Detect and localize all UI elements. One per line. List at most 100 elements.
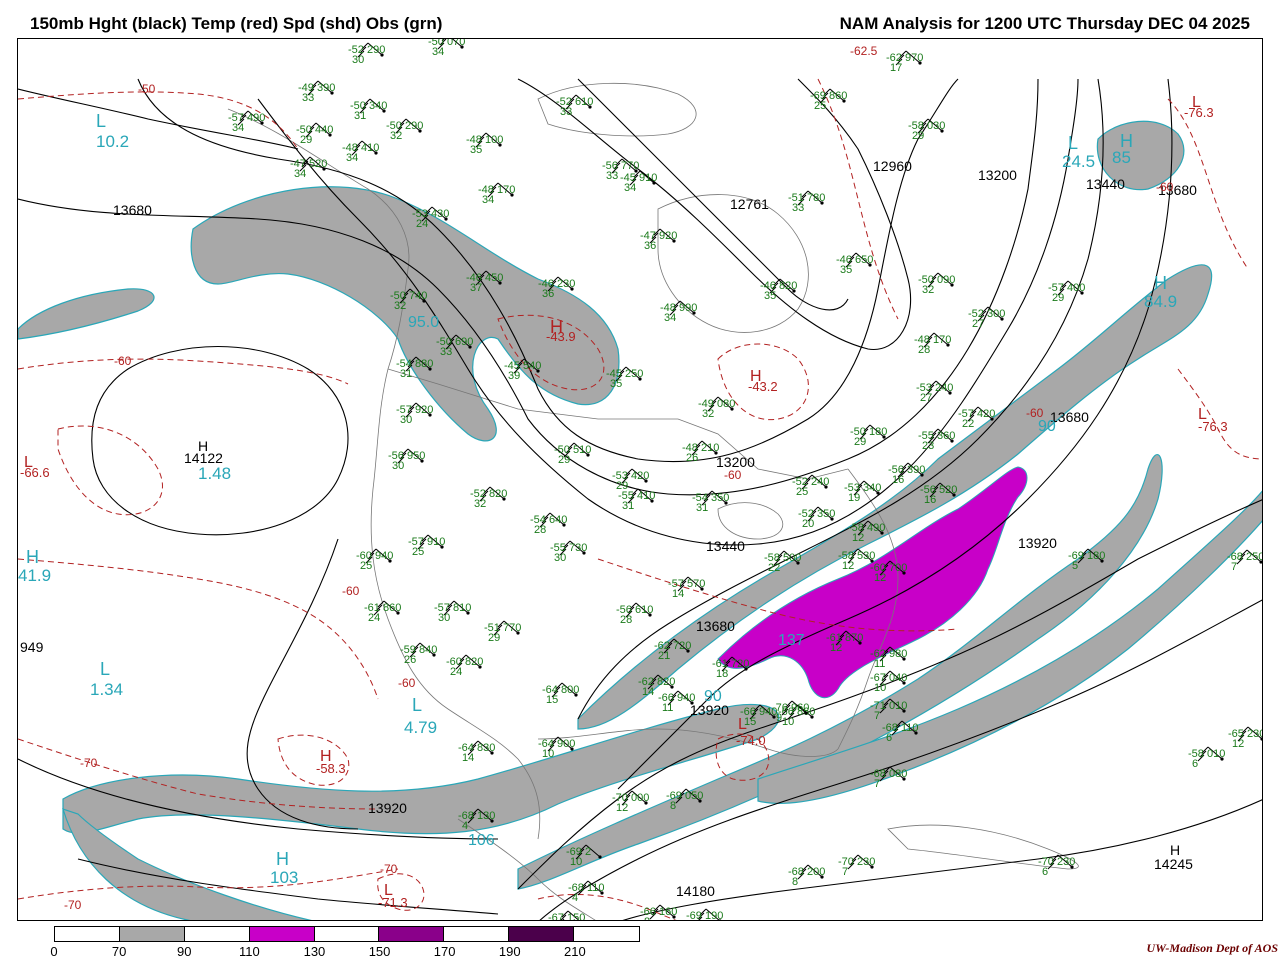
colorbar-segment xyxy=(379,927,445,941)
station-plot: -68 1104 xyxy=(568,880,605,904)
speed-high-letter: H xyxy=(276,849,289,869)
station-dewpoint: 33 xyxy=(302,92,314,104)
station-dewpoint: 26 xyxy=(404,654,416,666)
station-dewpoint: 31 xyxy=(696,502,708,514)
speed-high-value: 41.9 xyxy=(18,566,51,585)
temp-label: -60 xyxy=(1026,406,1044,420)
station-dewpoint: 11 xyxy=(662,702,673,714)
temp-low-value: -76.3 xyxy=(1198,419,1228,434)
temperature-contour xyxy=(817,78,899,320)
speed-high-value: 103 xyxy=(270,868,298,887)
temperature-contour xyxy=(1177,368,1262,460)
station-dewpoint: 33 xyxy=(560,106,572,118)
station-dewpoint: 37 xyxy=(470,282,482,294)
colorbar-segment xyxy=(574,927,640,941)
station-plot: -50 18029 xyxy=(850,424,887,448)
station-dewpoint: 22 xyxy=(768,562,780,574)
station-dewpoint: 34 xyxy=(432,46,444,58)
station-dewpoint: 15 xyxy=(546,694,558,706)
station-plot: -56 61028 xyxy=(616,602,653,626)
station-dewpoint: 27 xyxy=(972,318,984,330)
station-plot: -66 1608 xyxy=(640,904,677,920)
station-plot: -68 2507 xyxy=(1227,549,1262,573)
station-plot: -50 29032 xyxy=(386,118,423,142)
colorbar-tick: 0 xyxy=(50,944,58,959)
station-dewpoint: 34 xyxy=(294,168,306,180)
station-dewpoint: 30 xyxy=(352,54,364,66)
temp-label: -60 xyxy=(724,468,742,482)
station-dewpoint: 32 xyxy=(702,408,714,420)
station-plot: -56 95030 xyxy=(388,448,425,472)
station-plot: -52 24025 xyxy=(792,474,829,498)
station-dewpoint: 36 xyxy=(644,240,656,252)
temperature-contour xyxy=(18,358,349,385)
colorbar-segment xyxy=(55,927,120,941)
colorbar-tick: 170 xyxy=(433,944,456,959)
height-label: 12960 xyxy=(873,158,912,174)
station-plot: -48 10035 xyxy=(466,132,503,156)
station-plot: -50 09032 xyxy=(918,272,955,296)
speed-low-value: 4.79 xyxy=(404,718,437,737)
temperature-contour xyxy=(18,558,379,700)
speed-colorbar xyxy=(54,926,640,942)
station-dewpoint: 31 xyxy=(400,368,412,380)
station-dewpoint: 4 xyxy=(572,892,578,904)
speed-label: 90 xyxy=(1038,418,1056,435)
speed-low-value: 10.2 xyxy=(96,132,129,151)
station-plot: -55 41031 xyxy=(618,488,655,512)
temp-high-value: -58.3 xyxy=(316,761,346,776)
station-dewpoint: 8 xyxy=(792,876,798,888)
temp-label: -60 xyxy=(342,584,360,598)
station-dewpoint: 24 xyxy=(450,666,462,678)
station-dewpoint: 27 xyxy=(920,392,932,404)
speed-low-letter: L xyxy=(100,659,110,679)
station-plot: -57 81030 xyxy=(434,600,471,624)
station-dewpoint: 34 xyxy=(664,312,676,324)
station-plot: -50 51029 xyxy=(554,442,591,466)
height-label: 13920 xyxy=(1018,535,1057,551)
speed-high-letter: H xyxy=(26,547,39,567)
station-dewpoint: 29 xyxy=(912,130,924,142)
speed-high-value: 84.9 xyxy=(1144,292,1177,311)
colorbar-tick: 130 xyxy=(303,944,326,959)
weather-map: 13680 12960 13200 13440 13680 13440 1320… xyxy=(18,39,1262,920)
station-dewpoint: 29 xyxy=(1052,292,1064,304)
temperature-contour xyxy=(57,425,163,516)
speed-low-letter: L xyxy=(1068,133,1078,153)
temp-label: -62.5 xyxy=(850,44,878,58)
station-dewpoint: 25 xyxy=(412,546,424,558)
station-plot: -55 36023 xyxy=(918,428,955,452)
station-dewpoint: 24 xyxy=(416,218,428,230)
station-dewpoint: 23 xyxy=(922,440,934,452)
station-dewpoint: 21 xyxy=(658,650,670,662)
speed-high-letter: H xyxy=(1154,273,1167,293)
station-dewpoint: 19 xyxy=(848,492,860,504)
station-dewpoint: 33 xyxy=(606,170,618,182)
speed-label: 90 xyxy=(704,688,722,705)
station-plot: -52 61033 xyxy=(556,94,593,118)
station-plot: -53 24027 xyxy=(916,380,953,404)
height-closed-high xyxy=(91,346,349,536)
temp-low-value: -76.3 xyxy=(1184,105,1214,120)
height-label: 14180 xyxy=(676,883,715,899)
station-dewpoint: 15 xyxy=(744,716,756,728)
colorbar-tick: 190 xyxy=(498,944,521,959)
speed-high-value: 85 xyxy=(1112,148,1131,167)
height-high-value: 14245 xyxy=(1154,856,1193,872)
station-dewpoint: 7 xyxy=(874,778,880,790)
station-plot: -45 91034 xyxy=(620,170,657,194)
height-low-value: 12761 xyxy=(730,196,769,212)
station-plot: -58 03029 xyxy=(908,118,945,142)
station-plot: -48 21026 xyxy=(682,440,719,464)
height-label: 13680 xyxy=(113,202,152,218)
colorbar-tick: 210 xyxy=(564,944,586,959)
station-plot: -49 39033 xyxy=(298,80,335,104)
height-label: 13440 xyxy=(706,538,745,554)
station-plot: -46 82035 xyxy=(760,278,797,302)
station-plot: -61 86024 xyxy=(364,600,401,624)
station-plot: -69 86025 xyxy=(810,88,847,112)
station-dewpoint: 25 xyxy=(796,486,808,498)
station-plot: -51 78033 xyxy=(788,190,825,214)
station-plot: -52 82032 xyxy=(470,486,507,510)
station-dewpoint: 25 xyxy=(814,100,826,112)
